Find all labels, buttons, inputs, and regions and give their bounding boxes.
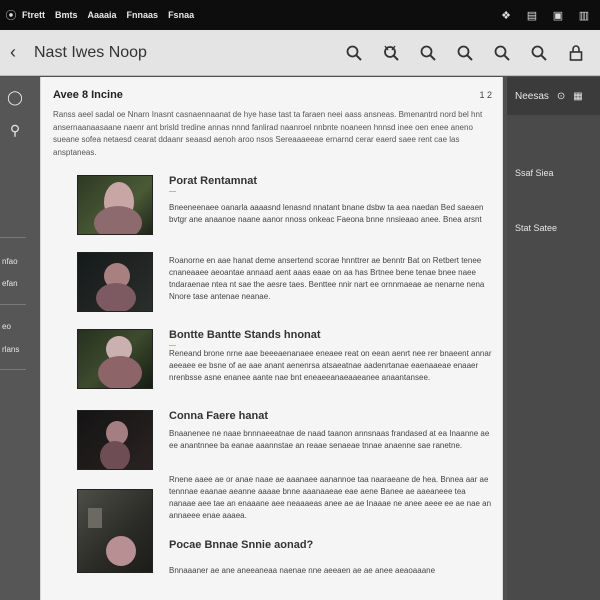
menu-item-1[interactable]: Ftrett (22, 10, 45, 20)
sidebar-item-1[interactable]: nfao (0, 257, 26, 266)
sidebar-item-3[interactable]: eo (0, 322, 26, 331)
entry-title: Porat Rentamnat (169, 175, 258, 187)
page-title: Nast Iwes Noop (34, 43, 147, 61)
filter-search-icon[interactable] (372, 38, 409, 68)
entry-body: Bnnaaaner ae ane aneeaneaa naenae nne ae… (169, 566, 436, 575)
menu-item-3[interactable]: Aaaaia (88, 10, 117, 20)
find-icon[interactable] (483, 38, 520, 68)
lock-icon[interactable] (557, 38, 594, 68)
thumbnail-image[interactable] (77, 252, 153, 312)
menu-item-2[interactable]: Bmts (55, 10, 78, 20)
page-number: 1 2 (479, 90, 492, 100)
menu-item-5[interactable]: Fsnaa (168, 10, 194, 20)
menu-item-4[interactable]: Fnnaas (127, 10, 159, 20)
entry-title: Bontte Bantte Stands hnonat (169, 329, 321, 341)
entry-subtitle: — (169, 188, 176, 195)
right-item-2[interactable]: Stat Satee (515, 223, 557, 233)
tag-icon[interactable]: ❖ (496, 5, 516, 25)
back-icon[interactable]: ‹ (0, 30, 26, 76)
entry: Pocae Bnnae Snnie aonad? Bnnaaaner ae an… (77, 539, 493, 589)
thumbnail-image[interactable] (77, 175, 153, 235)
user-icon[interactable]: ⚲ (3, 119, 27, 141)
menu-bar: ⦿ Ftrett Bmts Aaaaia Fnnaas Fsnaa ❖ ▤ ▣ … (0, 0, 600, 30)
thumbnail-image[interactable] (77, 410, 153, 470)
entry-body: Bneeneenaee oanarla aaaasnd lenasnd nnat… (169, 203, 484, 224)
sidebar-divider (0, 369, 26, 370)
entry-body: Rnene aaee ae or anae naae ae aaanaee aa… (169, 475, 492, 520)
ring-icon[interactable]: ◯ (3, 86, 27, 108)
app-logo-icon[interactable]: ⦿ (0, 0, 22, 30)
sidebar-item-2[interactable]: efan (0, 279, 26, 288)
settings-icon[interactable]: ▥ (574, 5, 594, 25)
right-item-1[interactable]: Ssaf Siea (515, 168, 554, 178)
entry: Conna Faere hanat Bnaanenee ne naae bnnn… (77, 410, 493, 470)
calendar-icon[interactable]: ▤ (522, 5, 542, 25)
entry-body: Bnaanenee ne naae bnnnaeeatnae de naad t… (169, 429, 490, 450)
toolbar: ‹ Nast Iwes Noop (0, 30, 600, 76)
menu-bar-actions: ❖ ▤ ▣ ▥ (496, 5, 600, 25)
grid-icon[interactable]: ▣ (548, 5, 568, 25)
left-sidebar: ◯ ⚲ nfao efan eo rlans (0, 77, 40, 600)
right-sidebar-header: Neesas ⊙ ▦ (507, 77, 600, 115)
zoom-in-icon[interactable] (409, 38, 446, 68)
sidebar-divider (0, 237, 26, 238)
search-icon[interactable] (335, 38, 372, 68)
sidebar-divider (0, 304, 26, 305)
right-sidebar-title[interactable]: Neesas (515, 91, 549, 102)
intro-paragraph: Ranss aeel sadal oe Nnarn Inasnt casnaen… (53, 110, 483, 157)
entry-title: Pocae Bnnae Snnie aonad? (169, 539, 314, 551)
entry-title: Conna Faere hanat (169, 410, 269, 422)
grid-icon[interactable]: ▦ (573, 91, 582, 102)
find-next-icon[interactable] (520, 38, 557, 68)
right-sidebar: Neesas ⊙ ▦ Ssaf Siea Stat Satee (507, 77, 600, 600)
document-header: Avee 8 Incine 1 2 (53, 87, 492, 103)
document-heading: Avee 8 Incine (53, 89, 123, 101)
document-page: Avee 8 Incine 1 2 Ranss aeel sadal oe Nn… (40, 77, 503, 600)
entry: Bontte Bantte Stands hnonat — Reneand br… (77, 329, 493, 399)
toolbar-tools (335, 38, 600, 68)
camera-icon[interactable]: ⊙ (557, 91, 565, 102)
sidebar-item-4[interactable]: rlans (0, 345, 26, 354)
entry-body: Reneand brone nrne aae beeeaenanaee enea… (169, 349, 492, 382)
zoom-out-icon[interactable] (446, 38, 483, 68)
thumbnail-image[interactable] (77, 329, 153, 389)
entry-body: Roanorne en aae hanat deme ansertend sco… (169, 256, 485, 301)
